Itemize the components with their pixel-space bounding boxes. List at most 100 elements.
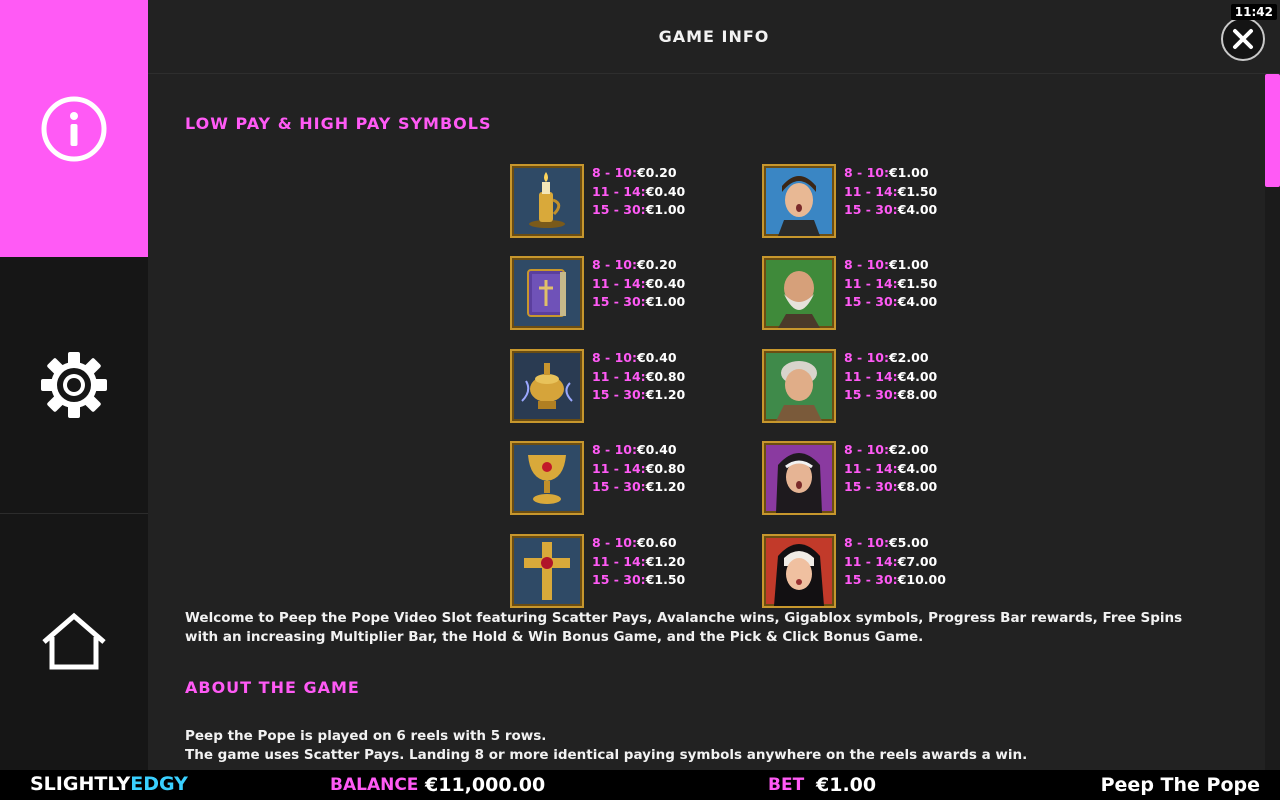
young-nun-icon[interactable] <box>762 534 836 608</box>
about-text-2: The game uses Scatter Pays. Landing 8 or… <box>185 747 1028 763</box>
boy-icon[interactable] <box>762 164 836 238</box>
sidebar-item-settings[interactable] <box>0 257 148 514</box>
candle-icon[interactable] <box>510 164 584 238</box>
pay-range: 15 - 30: <box>844 294 898 309</box>
balance-value: €11,000.00 <box>425 774 546 796</box>
pay-range: 11 - 14: <box>592 460 646 476</box>
pay-range: 15 - 30: <box>592 572 646 587</box>
pays-table: 8 - 10:€0.40 11 - 14:€0.80 15 - 30:€1.20 <box>592 441 685 497</box>
pay-range: 8 - 10: <box>844 257 889 272</box>
cross-icon[interactable] <box>510 534 584 608</box>
pay-amount: €1.00 <box>645 202 686 217</box>
chalice-icon[interactable] <box>510 441 584 515</box>
pay-amount: €7.00 <box>897 553 938 569</box>
about-text-1: Peep the Pope is played on 6 reels with … <box>185 728 547 744</box>
pays-table: 8 - 10:€0.20 11 - 14:€0.40 15 - 30:€1.00 <box>592 256 685 312</box>
brand-logo: SLIGHTLYEDGY <box>30 773 188 795</box>
pays-table: 8 - 10:€1.00 11 - 14:€1.50 15 - 30:€4.00 <box>844 256 937 312</box>
bet-label: BET <box>768 775 805 795</box>
game-name: Peep The Pope <box>1100 774 1260 796</box>
pays-table: 8 - 10:€0.40 11 - 14:€0.80 15 - 30:€1.20 <box>592 349 685 405</box>
pay-amount: €2.00 <box>888 350 929 365</box>
close-icon <box>1233 29 1253 49</box>
book-icon[interactable] <box>510 256 584 330</box>
pay-amount: €0.60 <box>636 535 677 550</box>
pay-range: 8 - 10: <box>592 535 637 550</box>
pay-amount: €0.40 <box>645 275 686 291</box>
pay-range: 15 - 30: <box>844 387 898 402</box>
symbol-row: 8 - 10:€2.00 11 - 14:€4.00 15 - 30:€8.00 <box>762 349 1002 423</box>
symbol-row: 8 - 10:€0.40 11 - 14:€0.80 15 - 30:€1.20 <box>510 349 750 423</box>
symbol-row: 8 - 10:€1.00 11 - 14:€1.50 15 - 30:€4.00 <box>762 164 1002 238</box>
symbol-row: 8 - 10:€0.20 11 - 14:€0.40 15 - 30:€1.00 <box>510 164 750 238</box>
pay-amount: €1.00 <box>645 294 686 309</box>
balance-label: BALANCE <box>330 775 419 795</box>
pay-range: 15 - 30: <box>592 202 646 217</box>
scrollbar[interactable] <box>1265 74 1280 770</box>
pay-range: 15 - 30: <box>844 479 898 494</box>
pay-amount: €4.00 <box>897 202 938 217</box>
home-icon <box>42 612 106 670</box>
pays-table: 8 - 10:€2.00 11 - 14:€4.00 15 - 30:€8.00 <box>844 349 937 405</box>
pay-amount: €4.00 <box>897 460 938 476</box>
old-man-icon[interactable] <box>762 256 836 330</box>
pays-table: 8 - 10:€2.00 11 - 14:€4.00 15 - 30:€8.00 <box>844 441 937 497</box>
pay-range: 8 - 10: <box>844 165 889 180</box>
pay-amount: €1.50 <box>645 572 686 587</box>
close-button[interactable] <box>1221 17 1265 61</box>
pay-range: 15 - 30: <box>592 294 646 309</box>
pay-amount: €10.00 <box>897 572 946 587</box>
pay-range: 15 - 30: <box>844 202 898 217</box>
pay-amount: €4.00 <box>897 294 938 309</box>
pay-amount: €5.00 <box>888 535 929 550</box>
clock: 11:42 <box>1230 4 1277 20</box>
pay-amount: €8.00 <box>897 479 938 494</box>
symbol-row: 8 - 10:€1.00 11 - 14:€1.50 15 - 30:€4.00 <box>762 256 1002 330</box>
pay-amount: €0.80 <box>645 368 686 384</box>
pay-range: 8 - 10: <box>592 257 637 272</box>
header: GAME INFO 11:42 <box>148 0 1280 74</box>
page-title: GAME INFO <box>658 27 770 46</box>
pay-range: 15 - 30: <box>844 572 898 587</box>
info-icon <box>41 96 107 161</box>
pay-amount: €1.00 <box>888 257 929 272</box>
logo-part-1: SLIGHTLY <box>30 773 131 795</box>
symbol-row: 8 - 10:€0.40 11 - 14:€0.80 15 - 30:€1.20 <box>510 441 750 515</box>
pays-table: 8 - 10:€5.00 11 - 14:€7.00 15 - 30:€10.0… <box>844 534 946 590</box>
pays-table: 8 - 10:€0.60 11 - 14:€1.20 15 - 30:€1.50 <box>592 534 685 590</box>
pay-range: 8 - 10: <box>592 165 637 180</box>
pay-amount: €1.50 <box>897 183 938 199</box>
symbol-row: 8 - 10:€0.20 11 - 14:€0.40 15 - 30:€1.00 <box>510 256 750 330</box>
symbol-row: 8 - 10:€0.60 11 - 14:€1.20 15 - 30:€1.50 <box>510 534 750 608</box>
pay-amount: €1.20 <box>645 387 686 402</box>
sidebar-item-home[interactable] <box>0 514 148 770</box>
pay-amount: €1.00 <box>888 165 929 180</box>
sidebar-item-info[interactable] <box>0 0 148 257</box>
pay-range: 11 - 14: <box>592 275 646 291</box>
content-area: LOW PAY & HIGH PAY SYMBOLS 8 - 10:€0.20 … <box>148 75 1265 770</box>
pay-range: 8 - 10: <box>844 535 889 550</box>
pay-range: 8 - 10: <box>844 350 889 365</box>
pay-range: 8 - 10: <box>592 350 637 365</box>
pays-table: 8 - 10:€1.00 11 - 14:€1.50 15 - 30:€4.00 <box>844 164 937 220</box>
pay-range: 11 - 14: <box>844 553 898 569</box>
pay-range: 11 - 14: <box>592 553 646 569</box>
pay-amount: €0.20 <box>636 165 677 180</box>
pay-range: 11 - 14: <box>844 275 898 291</box>
logo-part-2: EDGY <box>130 773 188 795</box>
symbol-row: 8 - 10:€5.00 11 - 14:€7.00 15 - 30:€10.0… <box>762 534 1002 608</box>
pay-amount: €1.20 <box>645 479 686 494</box>
bet-value: €1.00 <box>816 774 877 796</box>
sidebar <box>0 0 148 770</box>
old-woman-icon[interactable] <box>762 349 836 423</box>
scrollbar-thumb[interactable] <box>1265 74 1280 187</box>
symbol-row: 8 - 10:€2.00 11 - 14:€4.00 15 - 30:€8.00 <box>762 441 1002 515</box>
nun-icon[interactable] <box>762 441 836 515</box>
pay-amount: €1.50 <box>897 275 938 291</box>
pay-amount: €0.40 <box>636 442 677 457</box>
pay-range: 15 - 30: <box>592 387 646 402</box>
pay-range: 11 - 14: <box>844 368 898 384</box>
pay-amount: €8.00 <box>897 387 938 402</box>
pay-range: 8 - 10: <box>844 442 889 457</box>
censer-icon[interactable] <box>510 349 584 423</box>
